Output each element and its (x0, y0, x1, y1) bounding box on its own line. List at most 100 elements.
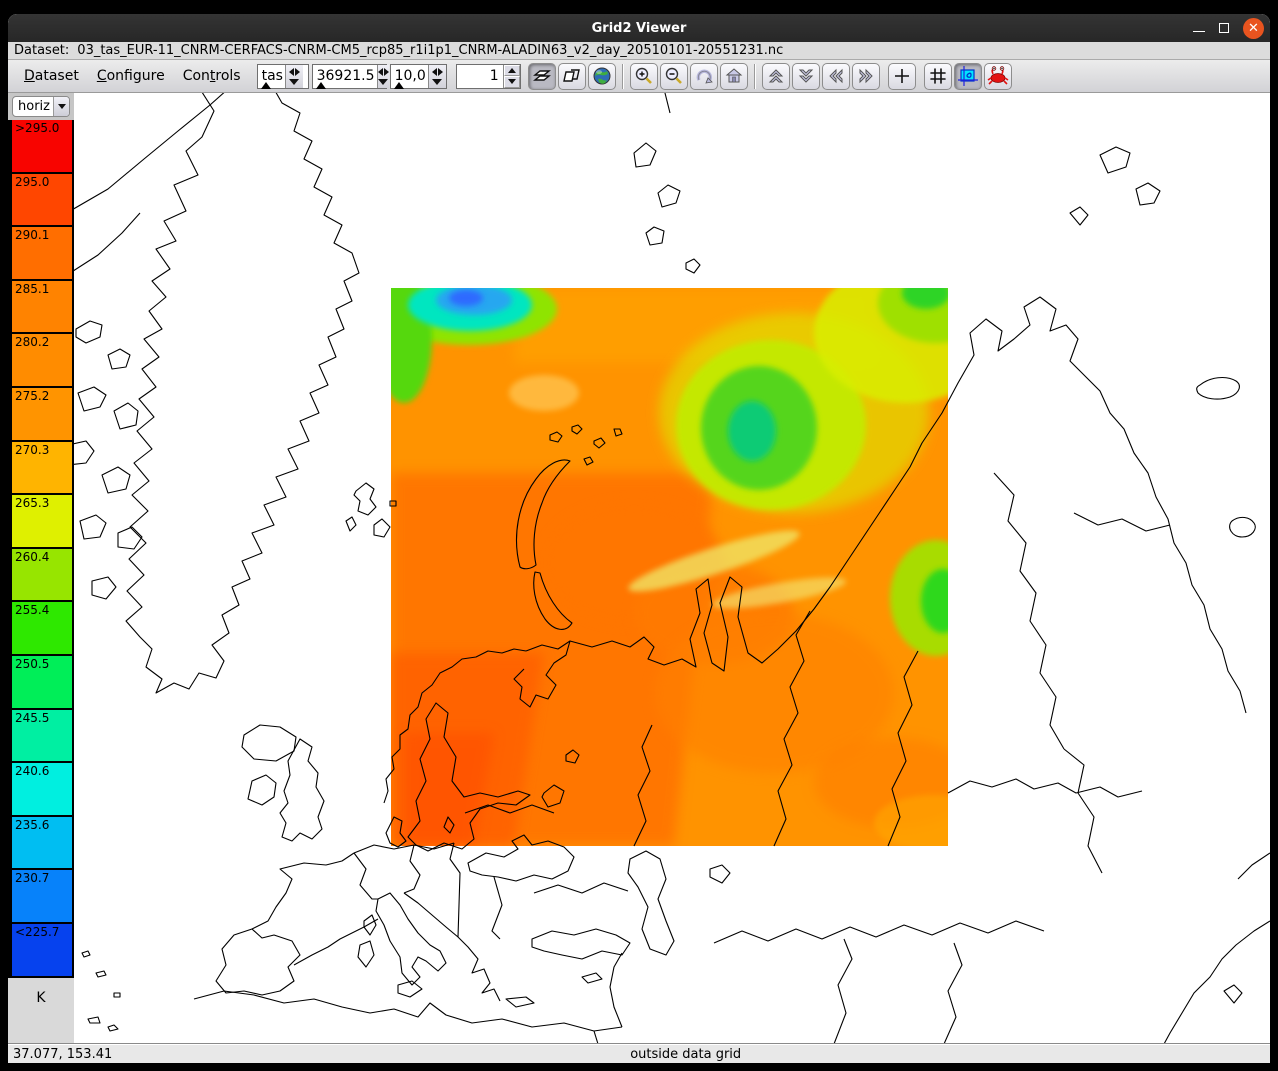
colorbar-swatch-label: 255.4 (15, 603, 49, 617)
pan-down-button[interactable] (792, 63, 820, 90)
colorbar-swatch[interactable]: 260.4 (12, 549, 72, 601)
colorbar-swatch[interactable]: 295.0 (12, 174, 72, 226)
globe-icon (592, 66, 612, 86)
level-spin-icon[interactable] (428, 65, 446, 88)
colorbar-units: K (8, 978, 74, 1045)
time-spin-icon[interactable] (377, 65, 389, 88)
colorbar-swatch[interactable]: >295.0 (12, 120, 72, 172)
colorbar-swatch[interactable]: <225.7 (12, 924, 72, 976)
colorbar-swatch-label: 245.5 (15, 711, 49, 725)
grid-toggle-icon (928, 66, 948, 86)
colorbar-swatch-label: 275.2 (15, 389, 49, 403)
globe-button[interactable] (588, 63, 616, 90)
home-icon (724, 66, 744, 86)
map-view[interactable] (74, 93, 1270, 1044)
colorbar-swatch[interactable]: 270.3 (12, 442, 72, 494)
variable-stepper[interactable]: tas (257, 64, 309, 89)
colorbar-swatch[interactable]: 275.2 (12, 388, 72, 440)
menu-bar: Dataset Configure Controls (16, 64, 249, 88)
colorbar-swatch[interactable]: 280.2 (12, 334, 72, 386)
menu-configure[interactable]: Configure (89, 64, 173, 88)
zoom-reset-icon (694, 66, 714, 86)
colorbar-swatch[interactable]: 230.7 (12, 870, 72, 922)
pan-up-button[interactable] (762, 63, 790, 90)
pan-down-icon (796, 66, 816, 86)
colorbar-swatch[interactable]: 235.6 (12, 817, 72, 869)
zoom-in-button[interactable] (630, 63, 658, 90)
view-selector[interactable]: horiz (12, 96, 70, 117)
toolbar: Dataset Configure Controls tas 36921.5 1… (8, 60, 1270, 93)
colorbar-swatch-label: 250.5 (15, 657, 49, 671)
menu-dataset[interactable]: Dataset (16, 64, 87, 88)
colorbar-swatch-label: 235.6 (15, 818, 49, 832)
colorbar-swatch[interactable]: 250.5 (12, 656, 72, 708)
chevron-down-icon[interactable] (53, 97, 69, 116)
add-button[interactable] (888, 63, 916, 90)
colorbar-swatch[interactable]: 255.4 (12, 602, 72, 654)
zoom-in-icon (634, 66, 654, 86)
status-bar: 37.077, 153.41 outside data grid (8, 1044, 1270, 1063)
colorbar-swatch-label: 265.3 (15, 496, 49, 510)
level-marker-icon (394, 82, 404, 89)
frame-value: 1 (457, 65, 503, 88)
pan-left-button[interactable] (822, 63, 850, 90)
colorbar-swatch-label: 260.4 (15, 550, 49, 564)
app-window: Grid2 Viewer ✕ Dataset: 03_tas_EUR-11_CN… (8, 14, 1270, 1063)
colorbar-swatch-label: <225.7 (15, 925, 59, 939)
close-icon[interactable]: ✕ (1243, 18, 1264, 39)
spinner-down-icon[interactable] (504, 76, 520, 88)
plot-stack-button[interactable] (528, 63, 556, 90)
colorbar-swatch[interactable]: 285.1 (12, 281, 72, 333)
plot-stack-icon (532, 66, 552, 86)
variable-spin-icon[interactable] (285, 65, 303, 88)
status-message: outside data grid (630, 1047, 741, 1062)
title-bar[interactable]: Grid2 Viewer ✕ (8, 14, 1270, 42)
window-title: Grid2 Viewer (8, 21, 1270, 36)
colorbar-swatch-label: >295.0 (15, 121, 59, 135)
home-button[interactable] (720, 63, 748, 90)
colorbar-swatch-label: 240.6 (15, 764, 49, 778)
map-canvas[interactable] (74, 93, 1270, 1044)
zoom-out-icon (664, 66, 684, 86)
probe-tool-button[interactable] (954, 63, 982, 90)
colorbar-swatch-label: 285.1 (15, 282, 49, 296)
colorbar-swatch[interactable]: 290.1 (12, 227, 72, 279)
dataset-bar: Dataset: 03_tas_EUR-11_CNRM-CERFACS-CNRM… (8, 42, 1270, 60)
maximize-icon[interactable] (1219, 23, 1229, 33)
variable-marker-icon (261, 82, 271, 89)
level-stepper[interactable]: 10,0 (390, 64, 447, 89)
colorbar-swatch-label: 295.0 (15, 175, 49, 189)
probe-tool-icon (957, 65, 979, 87)
overlay-frames-button[interactable] (558, 63, 586, 90)
menu-controls[interactable]: Controls (175, 64, 249, 88)
time-marker-icon (316, 82, 326, 89)
colorbar-swatch[interactable]: 240.6 (12, 763, 72, 815)
dataset-label: Dataset: (14, 43, 69, 58)
frame-spinner[interactable]: 1 (456, 64, 521, 89)
colorbar-swatch-label: 230.7 (15, 871, 49, 885)
pan-right-icon (856, 66, 876, 86)
minimize-icon[interactable] (1193, 31, 1205, 32)
colorbar-swatch-label: 290.1 (15, 228, 49, 242)
overlay-frames-icon (562, 66, 582, 86)
pan-right-button[interactable] (852, 63, 880, 90)
zoom-out-button[interactable] (660, 63, 688, 90)
colorbar-swatch-label: 270.3 (15, 443, 49, 457)
pan-left-icon (826, 66, 846, 86)
colorbar-sidebar: horiz >295.0 295.0 290.1 285.1 280.2 275.2 270… (8, 93, 74, 1044)
spinner-up-icon[interactable] (504, 65, 520, 77)
cursor-coordinates: 37.077, 153.41 (8, 1047, 112, 1062)
colorbar-swatch-label: 280.2 (15, 335, 49, 349)
pan-up-icon (766, 66, 786, 86)
crab-button[interactable] (984, 63, 1012, 90)
toolbar-separator (622, 64, 624, 89)
colorbar[interactable]: >295.0 295.0 290.1 285.1 280.2 275.2 270.3 265.… (8, 120, 74, 978)
crab-icon (987, 65, 1009, 87)
add-icon (892, 66, 912, 86)
toolbar-separator (754, 64, 756, 89)
grid-toggle-button[interactable] (924, 63, 952, 90)
colorbar-swatch[interactable]: 265.3 (12, 495, 72, 547)
zoom-reset-button[interactable] (690, 63, 718, 90)
colorbar-swatch[interactable]: 245.5 (12, 710, 72, 762)
time-stepper[interactable]: 36921.5 (312, 64, 387, 89)
